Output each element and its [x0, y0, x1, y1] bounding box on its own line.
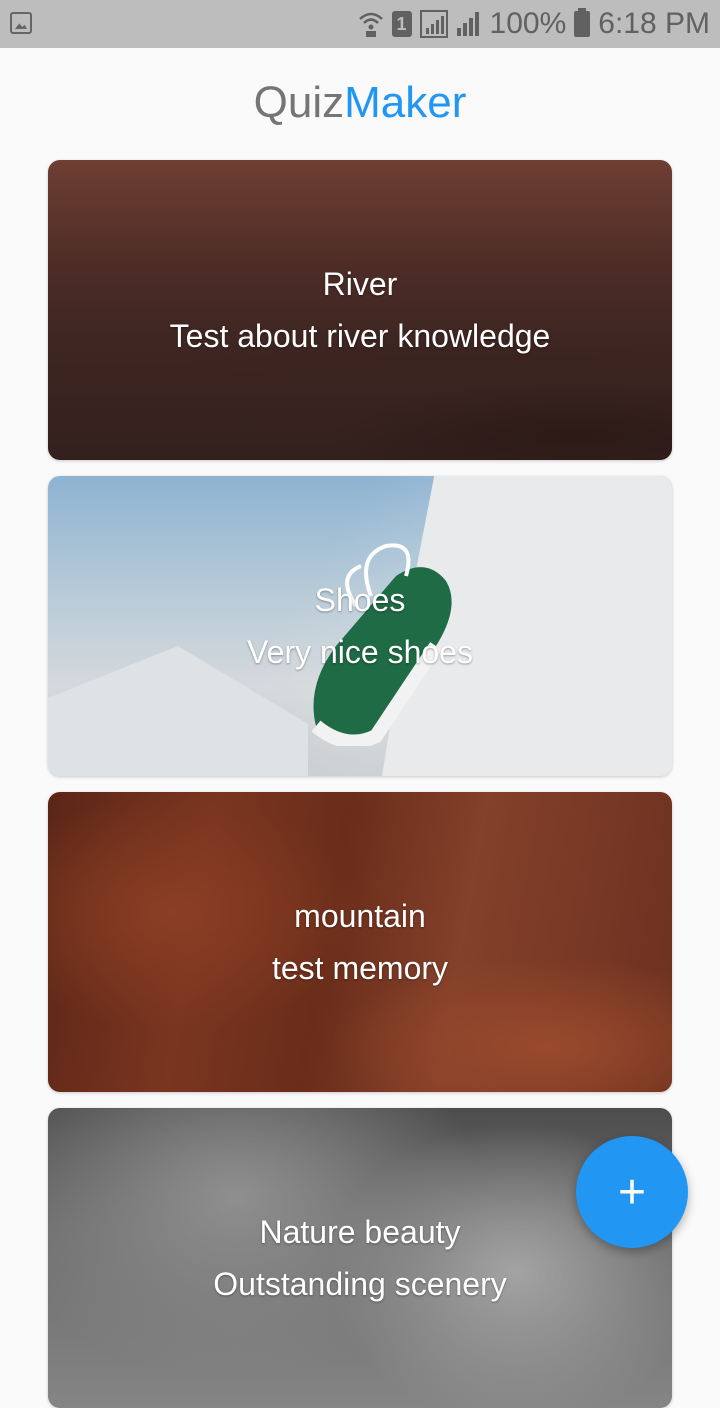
- sim-1-icon: 1: [391, 11, 412, 37]
- status-bar: 1 100% 6:18 PM: [0, 0, 720, 48]
- plus-icon: +: [617, 1165, 647, 1219]
- quiz-card-nature[interactable]: Nature beauty Outstanding scenery: [48, 1108, 672, 1408]
- battery-percent: 100%: [489, 7, 567, 40]
- quiz-title: Nature beauty: [259, 1214, 461, 1250]
- app-title-maker: Maker: [344, 78, 467, 127]
- quiz-title: Shoes: [314, 582, 406, 618]
- quiz-subtitle: Very nice shoes: [247, 634, 473, 670]
- status-icons: 1 100% 6:18 PM: [358, 0, 710, 48]
- app-title-quiz: Quiz: [253, 78, 345, 127]
- add-quiz-button[interactable]: +: [576, 1136, 688, 1248]
- app-title: QuizMaker: [0, 76, 720, 130]
- signal-icon: [419, 10, 448, 38]
- signal-icon: [456, 10, 482, 38]
- quiz-title: mountain: [294, 898, 426, 934]
- quiz-subtitle: Outstanding scenery: [213, 1266, 507, 1302]
- quiz-title: River: [322, 266, 398, 302]
- quiz-subtitle: Test about river knowledge: [169, 318, 551, 354]
- quiz-card-mountain[interactable]: mountain test memory: [48, 792, 672, 1092]
- quiz-subtitle: test memory: [271, 950, 449, 986]
- clock: 6:18 PM: [598, 7, 710, 40]
- battery-icon: [574, 8, 591, 37]
- quiz-card-river[interactable]: River Test about river knowledge: [48, 160, 672, 460]
- wifi-call-icon: [358, 10, 384, 38]
- gallery-notification-icon: [10, 12, 32, 34]
- quiz-card-shoes[interactable]: Shoes Very nice shoes: [48, 476, 672, 776]
